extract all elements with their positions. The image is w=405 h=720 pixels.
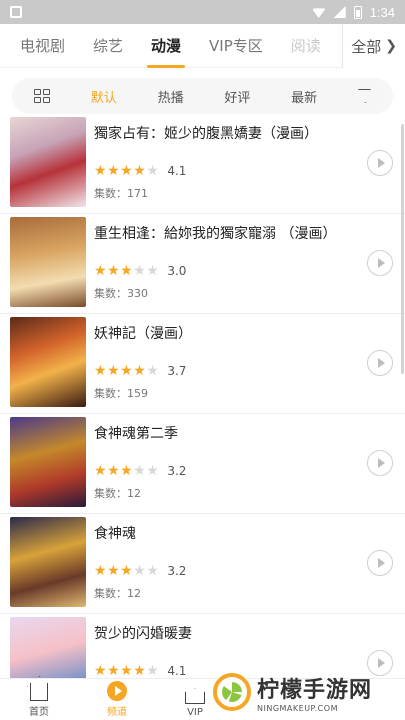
list-item[interactable]: 妖神記（漫画） ★★★★★ 3.7 集数：159: [0, 314, 405, 414]
grid-view-icon[interactable]: [34, 89, 50, 103]
rating-stars-icon: ★★★★★: [94, 663, 160, 678]
cover-image[interactable]: [10, 217, 86, 307]
crown-icon: [185, 688, 205, 704]
filter-hot[interactable]: 热播: [158, 87, 184, 106]
rating-score: 3.7: [167, 364, 187, 378]
list-item[interactable]: 重生相逢：給妳我的獨家寵溺 （漫画） ★★★★★ 3.0 集数：330: [0, 214, 405, 314]
chevron-right-icon: ❯: [385, 38, 397, 54]
nav-channel-label: 频道: [107, 707, 127, 718]
watermark-text: 柠檬手游网: [257, 677, 373, 703]
battery-icon: [353, 5, 362, 19]
play-circle-icon: [107, 681, 127, 701]
tab-anime[interactable]: 动漫: [147, 35, 186, 68]
play-button-icon[interactable]: [367, 350, 393, 376]
rating-score: 3.0: [167, 264, 187, 278]
episode-count: 集数：159: [94, 387, 148, 400]
filter-funnel-icon[interactable]: [357, 89, 371, 103]
rating-score: 4.1: [167, 164, 187, 178]
status-time: 1:34: [369, 4, 395, 20]
episode-count: 集数：12: [94, 587, 141, 600]
rating-stars-icon: ★★★★★: [94, 263, 160, 279]
list-item[interactable]: 食神魂 ★★★★★ 3.2 集数：12: [0, 514, 405, 614]
anime-list: 獨家占有：姬少的腹黑嬌妻（漫画） ★★★★★ 4.1 集数：171 重生相逢：給妳我的獨…: [0, 114, 405, 678]
item-rating: ★★★★★ 4.1: [94, 163, 405, 179]
cover-image[interactable]: [10, 417, 86, 507]
episode-count: 集数：330: [94, 287, 148, 300]
scrollbar[interactable]: [401, 124, 404, 374]
tab-vip[interactable]: VIP专区: [209, 35, 263, 56]
filter-latest[interactable]: 最新: [291, 87, 317, 106]
item-info: 妖神記（漫画） ★★★★★ 3.7 集数：159: [94, 317, 405, 401]
rating-score: 3.2: [167, 464, 187, 478]
play-button-icon[interactable]: [367, 150, 393, 176]
all-categories-button[interactable]: 全部 ❯: [342, 24, 405, 68]
watermark-url: NINGMAKEUP.COM: [257, 703, 338, 713]
nav-channel[interactable]: 频道: [78, 679, 156, 720]
rating-stars-icon: ★★★★★: [94, 563, 160, 579]
item-info: 食神魂 ★★★★★ 3.2 集数：12: [94, 517, 405, 601]
tab-variety[interactable]: 综艺: [93, 35, 123, 56]
item-rating: ★★★★★ 3.2: [94, 463, 405, 479]
filter-default[interactable]: 默认: [91, 87, 117, 106]
item-info: 重生相逢：給妳我的獨家寵溺 （漫画） ★★★★★ 3.0 集数：330: [94, 217, 405, 301]
item-rating: ★★★★★ 3.2: [94, 563, 405, 579]
rating-score: 4.1: [167, 664, 187, 678]
item-title[interactable]: 贺少的闪婚暖妻: [94, 623, 405, 643]
status-bar: 1:34: [0, 0, 405, 24]
lemon-logo-icon: [213, 673, 251, 711]
play-button-icon[interactable]: [367, 550, 393, 576]
item-title[interactable]: 獨家占有：姬少的腹黑嬌妻（漫画）: [94, 123, 405, 143]
rating-stars-icon: ★★★★★: [94, 463, 160, 479]
rating-stars-icon: ★★★★★: [94, 363, 160, 379]
nav-vip-label: VIP: [187, 707, 203, 718]
home-icon: [30, 683, 48, 701]
item-rating: ★★★★★ 3.0: [94, 263, 405, 279]
cover-image[interactable]: [10, 117, 86, 207]
all-categories-label: 全部: [351, 37, 382, 56]
watermark-logo: 柠檬手游网 NINGMAKEUP.COM: [213, 666, 401, 718]
filter-top-rated[interactable]: 好评: [224, 87, 250, 106]
item-title[interactable]: 食神魂第二季: [94, 423, 405, 443]
rating-stars-icon: ★★★★★: [94, 163, 160, 179]
play-button-icon[interactable]: [367, 450, 393, 476]
list-item[interactable]: 食神魂第二季 ★★★★★ 3.2 集数：12: [0, 414, 405, 514]
wifi-icon: [311, 8, 326, 18]
item-title[interactable]: 妖神記（漫画）: [94, 323, 405, 343]
rating-score: 3.2: [167, 564, 187, 578]
nav-home[interactable]: 首页: [0, 679, 78, 720]
item-title[interactable]: 食神魂: [94, 523, 405, 543]
tab-reading[interactable]: 阅读: [291, 35, 321, 56]
notification-icon: [10, 6, 22, 18]
signal-icon: [333, 6, 346, 18]
filter-bar: 默认 热播 好评 最新: [12, 78, 393, 114]
episode-count: 集数：171: [94, 187, 148, 200]
cover-image[interactable]: [10, 617, 86, 678]
item-title[interactable]: 重生相逢：給妳我的獨家寵溺 （漫画）: [94, 223, 405, 243]
item-rating: ★★★★★ 3.7: [94, 363, 405, 379]
cover-image[interactable]: [10, 317, 86, 407]
nav-home-label: 首页: [29, 707, 49, 718]
list-item[interactable]: 獨家占有：姬少的腹黑嬌妻（漫画） ★★★★★ 4.1 集数：171: [0, 114, 405, 214]
item-info: 食神魂第二季 ★★★★★ 3.2 集数：12: [94, 417, 405, 501]
episode-count: 集数：12: [94, 487, 141, 500]
tab-tv[interactable]: 电视剧: [20, 35, 65, 56]
cover-image[interactable]: [10, 517, 86, 607]
item-info: 獨家占有：姬少的腹黑嬌妻（漫画） ★★★★★ 4.1 集数：171: [94, 117, 405, 201]
category-tabs: 电视剧 综艺 动漫 VIP专区 阅读 全部 ❯: [0, 24, 405, 68]
play-button-icon[interactable]: [367, 250, 393, 276]
